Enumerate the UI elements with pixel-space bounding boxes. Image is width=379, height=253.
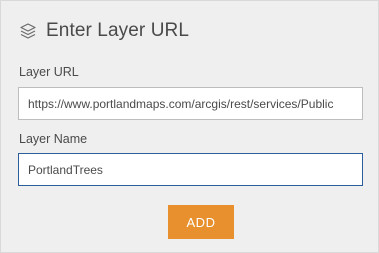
layer-url-label: Layer URL [19,65,79,79]
enter-layer-url-panel: Enter Layer URL Layer URL Layer Name ADD [0,0,379,253]
layer-name-input[interactable] [18,153,363,186]
layers-icon [19,22,37,40]
add-button[interactable]: ADD [168,205,234,239]
panel-header: Enter Layer URL [19,18,189,44]
layer-url-input[interactable] [18,87,363,120]
panel-title: Enter Layer URL [46,20,190,41]
layer-name-label: Layer Name [19,132,88,146]
